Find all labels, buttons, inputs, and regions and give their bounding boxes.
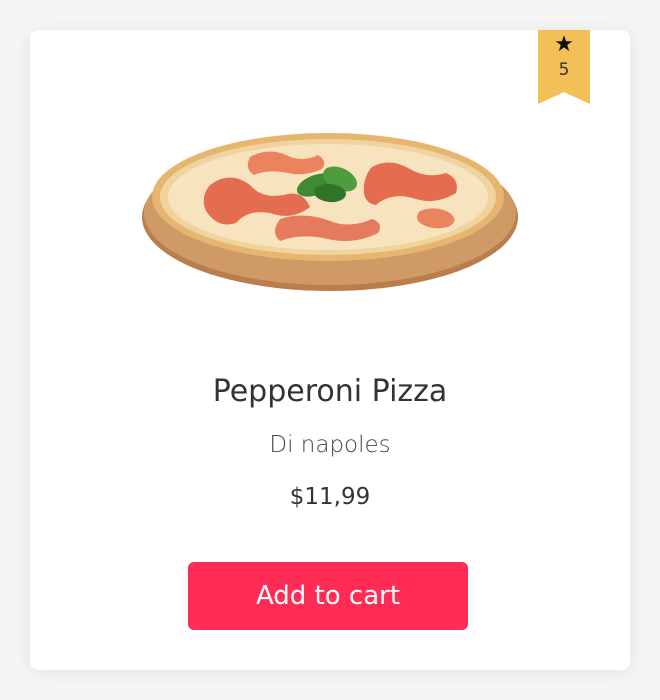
- add-to-cart-button[interactable]: Add to cart: [188, 562, 468, 630]
- product-price: $11,99: [289, 484, 371, 510]
- rating-badge: ★ 5: [538, 30, 590, 104]
- product-title: Pepperoni Pizza: [212, 374, 448, 409]
- star-icon: ★: [554, 32, 574, 57]
- product-subtitle: Di napoles: [269, 432, 391, 458]
- rating-value: 5: [558, 60, 570, 80]
- pizza-image: [142, 133, 518, 291]
- product-card: ★ 5 Pepperoni Pizza Di napoles $11,99 Ad…: [30, 30, 630, 670]
